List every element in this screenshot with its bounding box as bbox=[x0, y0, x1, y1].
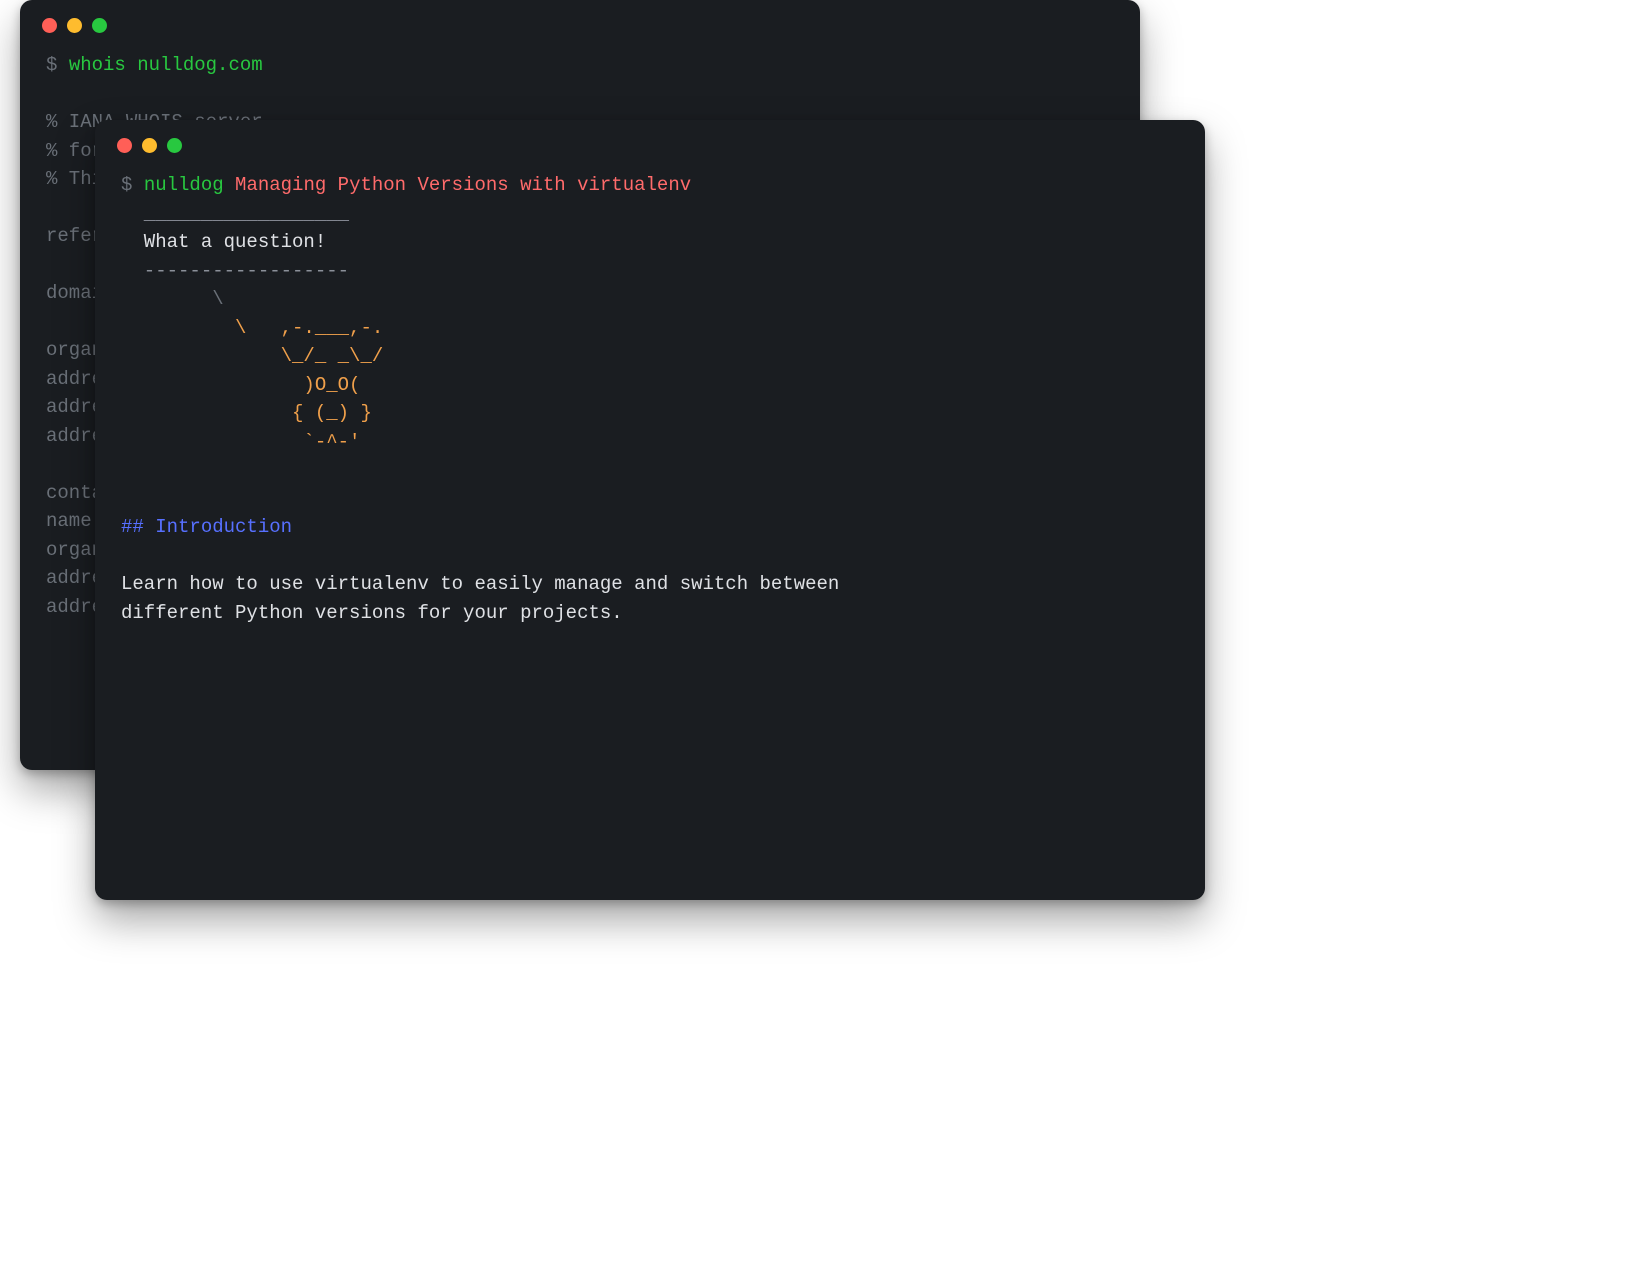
body-text: Learn how to use virtualenv to easily ma… bbox=[121, 573, 839, 624]
zoom-icon[interactable] bbox=[92, 18, 107, 33]
terminal-window-front: $ nulldog Managing Python Versions with … bbox=[95, 120, 1205, 900]
article-title: Managing Python Versions with virtualenv bbox=[235, 174, 691, 196]
speech-border-top: __________________ bbox=[121, 203, 349, 225]
terminal-output-front: $ nulldog Managing Python Versions with … bbox=[95, 161, 1205, 651]
prompt-symbol: $ bbox=[46, 54, 57, 76]
close-icon[interactable] bbox=[117, 138, 132, 153]
zoom-icon[interactable] bbox=[167, 138, 182, 153]
minimize-icon[interactable] bbox=[67, 18, 82, 33]
ascii-art-line: \ ,-.___,-. bbox=[121, 317, 383, 339]
window-controls bbox=[20, 0, 1140, 41]
prompt-symbol: $ bbox=[121, 174, 132, 196]
speech-text: What a question! bbox=[121, 231, 326, 253]
command-text: whois nulldog.com bbox=[69, 54, 263, 76]
command-text: nulldog bbox=[144, 174, 224, 196]
ascii-art-line: { (_) } bbox=[121, 402, 372, 424]
ascii-art-line: \_/_ _\_/ bbox=[121, 345, 383, 367]
speech-border-bottom: ------------------ bbox=[121, 260, 349, 282]
ascii-art-line: \ bbox=[121, 288, 315, 310]
close-icon[interactable] bbox=[42, 18, 57, 33]
ascii-art-line: )O_O( bbox=[121, 374, 360, 396]
window-controls bbox=[95, 120, 1205, 161]
section-heading: ## Introduction bbox=[121, 516, 292, 538]
ascii-art-line: `-^-' bbox=[121, 431, 360, 453]
minimize-icon[interactable] bbox=[142, 138, 157, 153]
